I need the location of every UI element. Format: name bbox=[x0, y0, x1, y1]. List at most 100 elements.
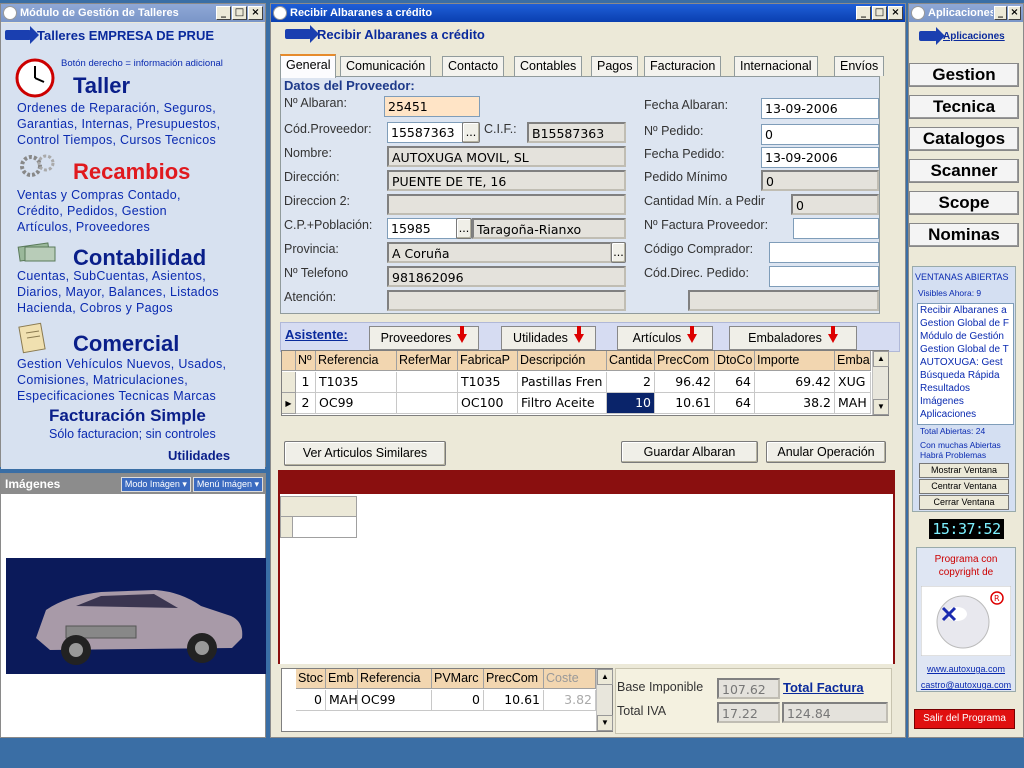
images-titlebar[interactable]: Imágenes Modo Imágen ▾ Menú Imágen ▾ bbox=[1, 474, 265, 494]
grid-cell[interactable]: 1 bbox=[296, 372, 316, 393]
grid-cell[interactable]: OC99 bbox=[358, 690, 432, 711]
open-window-item[interactable]: Aplicaciones bbox=[920, 408, 1013, 421]
module-contabilidad-desc[interactable]: Cuentas, SubCuentas, Asientos, Diarios, … bbox=[17, 268, 219, 316]
cp-lookup-button[interactable]: ... bbox=[456, 218, 472, 239]
module-recambios-desc[interactable]: Ventas y Compras Contado, Crédito, Pedid… bbox=[17, 187, 181, 235]
embaladores-button[interactable]: Embaladores bbox=[729, 325, 857, 350]
row-selector[interactable]: ▶ bbox=[282, 393, 296, 414]
grid-cell[interactable]: XUG bbox=[835, 372, 871, 393]
stock-col-preccom[interactable]: PrecCom bbox=[484, 669, 544, 689]
guardar-albaran-button[interactable]: Guardar Albaran bbox=[621, 441, 758, 463]
albaran-input[interactable]: 25451 bbox=[384, 96, 480, 117]
minimize-button[interactable]: _ bbox=[216, 6, 231, 20]
app-tecnica-button[interactable]: Tecnica bbox=[909, 95, 1019, 119]
grid-cell[interactable]: MAH bbox=[835, 393, 871, 414]
module-taller[interactable]: Taller bbox=[73, 73, 130, 99]
grid-cell[interactable]: T1035 bbox=[458, 372, 518, 393]
minimize-button[interactable]: _ bbox=[994, 6, 1007, 20]
close-button[interactable]: × bbox=[248, 6, 263, 20]
stock-col-pvmarc[interactable]: PVMarc bbox=[432, 669, 484, 689]
grid-cell[interactable]: 10.61 bbox=[655, 393, 715, 414]
grid-cell[interactable]: 0 bbox=[296, 690, 326, 711]
col-header-referencia[interactable]: Referencia bbox=[316, 351, 397, 371]
stock-grid-scrollbar[interactable]: ▲ ▼ bbox=[596, 669, 613, 731]
grid-cell[interactable]: Pastillas Fren bbox=[518, 372, 607, 393]
open-window-item[interactable]: Imágenes bbox=[920, 395, 1013, 408]
stock-col-stoc[interactable]: Stoc bbox=[296, 669, 326, 689]
email-link[interactable]: castro@autoxuga.com bbox=[913, 680, 1019, 690]
col-header-preccom[interactable]: PrecCom bbox=[655, 351, 715, 371]
col-header-cantidad[interactable]: Cantida bbox=[607, 351, 655, 371]
col-header-fabricap[interactable]: FabricaP bbox=[458, 351, 518, 371]
row-selector[interactable] bbox=[282, 372, 296, 393]
cerrar-ventana-button[interactable]: Cerrar Ventana bbox=[919, 495, 1009, 510]
open-window-item[interactable]: Módulo de Gestión bbox=[920, 330, 1013, 343]
grid-cell[interactable]: 69.42 bbox=[755, 372, 835, 393]
stock-grid[interactable]: Stoc Emb Referencia PVMarc PrecCom Coste… bbox=[281, 668, 613, 732]
tab-comunicacion[interactable]: Comunicación bbox=[340, 56, 432, 76]
salir-button[interactable]: Salir del Programa bbox=[914, 709, 1015, 729]
cod-proveedor-input[interactable]: 15587363 bbox=[387, 122, 463, 143]
open-window-item[interactable]: AUTOXUGA: Gest bbox=[920, 356, 1013, 369]
close-button[interactable]: × bbox=[1008, 6, 1021, 20]
open-window-item[interactable]: Búsqueda Rápida bbox=[920, 369, 1013, 382]
document-icon[interactable] bbox=[17, 321, 51, 355]
tab-contables[interactable]: Contables bbox=[514, 56, 583, 76]
mostrar-ventana-button[interactable]: Mostrar Ventana bbox=[919, 463, 1009, 478]
app-scope-button[interactable]: Scope bbox=[909, 191, 1019, 215]
tab-general[interactable]: General bbox=[280, 54, 337, 78]
grid-cell[interactable]: T1035 bbox=[316, 372, 397, 393]
module-taller-desc[interactable]: Ordenes de Reparación, Seguros, Garantia… bbox=[17, 100, 220, 148]
main-titlebar[interactable]: Recibir Albaranes a crédito _ □ × bbox=[271, 4, 905, 22]
cod-direc-input[interactable] bbox=[769, 266, 879, 287]
grid-cell[interactable]: OC99 bbox=[316, 393, 397, 414]
proveedores-button[interactable]: Proveedores bbox=[369, 325, 479, 350]
tab-internacional[interactable]: Internacional bbox=[734, 56, 818, 76]
factura-proveedor-input[interactable] bbox=[793, 218, 879, 239]
grid-cell[interactable] bbox=[397, 372, 458, 393]
app-gestion-button[interactable]: Gestion bbox=[909, 63, 1019, 87]
open-window-item[interactable]: Resultados bbox=[920, 382, 1013, 395]
module-recambios[interactable]: Recambios bbox=[73, 159, 190, 185]
cod-proveedor-lookup-button[interactable]: ... bbox=[462, 122, 480, 143]
grid-cell[interactable]: 2 bbox=[607, 372, 655, 393]
open-window-item[interactable]: Recibir Albaranes a bbox=[920, 304, 1013, 317]
grid-cell-selected[interactable]: 10 bbox=[607, 393, 655, 414]
provincia-lookup-button[interactable]: ... bbox=[611, 242, 626, 263]
grid-cell[interactable]: 64 bbox=[715, 372, 755, 393]
grid-cell[interactable]: MAH bbox=[326, 690, 358, 711]
grid-cell[interactable]: OC100 bbox=[458, 393, 518, 414]
tab-pagos[interactable]: Pagos bbox=[591, 56, 639, 76]
utilidades-button[interactable]: Utilidades bbox=[501, 325, 596, 350]
cp-input[interactable]: 15985 bbox=[387, 218, 457, 239]
ver-similares-button[interactable]: Ver Articulos Similares bbox=[284, 441, 446, 466]
web-link[interactable]: www.autoxuga.com bbox=[916, 664, 1016, 674]
lines-grid[interactable]: Nº Referencia ReferMar FabricaP Descripc… bbox=[281, 350, 889, 416]
image-mode-button[interactable]: Modo Imágen ▾ bbox=[120, 476, 191, 492]
clock-icon[interactable] bbox=[15, 58, 55, 98]
minimize-button[interactable]: _ bbox=[856, 6, 871, 20]
maximize-button[interactable]: □ bbox=[872, 6, 887, 20]
app-nominas-button[interactable]: Nominas bbox=[909, 223, 1019, 247]
grid-cell[interactable]: 10.61 bbox=[484, 690, 544, 711]
module-comercial[interactable]: Comercial bbox=[73, 331, 179, 357]
col-header-importe[interactable]: Importe bbox=[755, 351, 835, 371]
fecha-pedido-input[interactable]: 13-09-2006 bbox=[761, 147, 879, 168]
grid-cell[interactable]: 38.2 bbox=[755, 393, 835, 414]
open-window-item[interactable]: Gestion Global de F bbox=[920, 317, 1013, 330]
comprador-input[interactable] bbox=[769, 242, 879, 263]
tab-contacto[interactable]: Contacto bbox=[442, 56, 505, 76]
scroll-up-icon[interactable]: ▲ bbox=[873, 351, 889, 367]
grid-cell[interactable]: 96.42 bbox=[655, 372, 715, 393]
anular-operacion-button[interactable]: Anular Operación bbox=[766, 441, 886, 463]
col-header-dtoco[interactable]: DtoCo bbox=[715, 351, 755, 371]
scroll-up-icon[interactable]: ▲ bbox=[597, 669, 613, 685]
image-menu-button[interactable]: Menú Imágen ▾ bbox=[192, 476, 263, 492]
facturacion-simple-title[interactable]: Facturación Simple bbox=[49, 406, 206, 426]
gears-icon[interactable] bbox=[19, 152, 57, 180]
app-scanner-button[interactable]: Scanner bbox=[909, 159, 1019, 183]
scroll-down-icon[interactable]: ▼ bbox=[597, 715, 613, 731]
module-comercial-desc[interactable]: Gestion Vehículos Nuevos, Usados, Comisi… bbox=[17, 356, 226, 404]
grid-cell[interactable]: 3.82 bbox=[544, 690, 596, 711]
lines-grid-scrollbar[interactable]: ▲ ▼ bbox=[872, 351, 889, 415]
